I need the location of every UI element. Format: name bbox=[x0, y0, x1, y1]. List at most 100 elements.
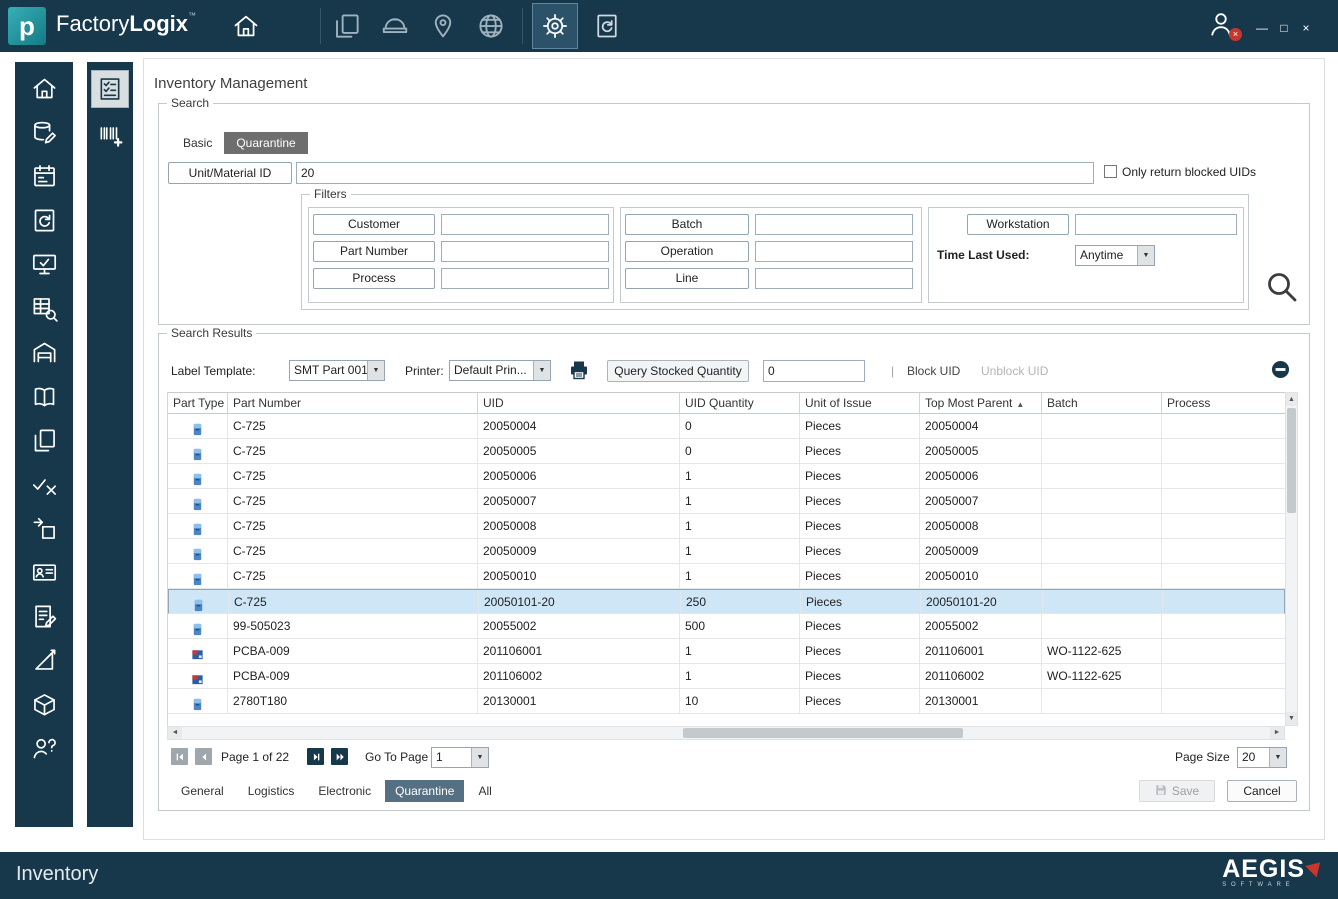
app-logo[interactable]: p bbox=[8, 7, 46, 45]
process-filter-input[interactable] bbox=[441, 268, 609, 289]
operation-filter-button[interactable]: Operation bbox=[625, 241, 749, 262]
table-row[interactable]: C-725200500071Pieces20050007 bbox=[168, 489, 1285, 514]
batch-filter-input[interactable] bbox=[755, 214, 913, 235]
line-filter-button[interactable]: Line bbox=[625, 268, 749, 289]
workstation-filter-input[interactable] bbox=[1075, 214, 1237, 235]
vertical-scroll-thumb[interactable] bbox=[1287, 408, 1296, 513]
sidebar-database-edit-icon[interactable] bbox=[31, 119, 58, 146]
block-icon[interactable] bbox=[1271, 360, 1290, 379]
close-button[interactable]: × bbox=[1298, 20, 1314, 36]
sidebar-plan-board-icon[interactable] bbox=[31, 163, 58, 190]
home-icon[interactable] bbox=[232, 12, 260, 40]
prev-page-button[interactable] bbox=[195, 748, 212, 765]
time-last-used-select[interactable]: Anytime▼ bbox=[1075, 245, 1155, 266]
table-row[interactable]: C-725200500081Pieces20050008 bbox=[168, 514, 1285, 539]
process-filter-button[interactable]: Process bbox=[313, 268, 435, 289]
tab-logistics[interactable]: Logistics bbox=[238, 780, 305, 802]
sidebar-warehouse-icon[interactable] bbox=[31, 339, 58, 366]
user-session-icon[interactable]: × bbox=[1206, 9, 1240, 43]
tab-general[interactable]: General bbox=[171, 780, 234, 802]
table-row[interactable]: PCBA-0092011060011Pieces201106001WO-1122… bbox=[168, 639, 1285, 664]
customer-filter-input[interactable] bbox=[441, 214, 609, 235]
sidebar-design-x-icon[interactable] bbox=[31, 647, 58, 674]
unit-material-id-input[interactable] bbox=[296, 162, 1094, 184]
vertical-scrollbar[interactable]: ▲ ▼ bbox=[1285, 392, 1298, 726]
goto-page-select[interactable]: 1▼ bbox=[431, 747, 489, 768]
table-row[interactable]: C-725200500061Pieces20050006 bbox=[168, 464, 1285, 489]
search-tab-basic[interactable]: Basic bbox=[171, 132, 224, 154]
table-row[interactable]: C-725200500050Pieces20050005 bbox=[168, 439, 1285, 464]
last-page-button[interactable] bbox=[331, 748, 348, 765]
scroll-left-arrow[interactable]: ◄ bbox=[168, 727, 182, 739]
tab-all[interactable]: All bbox=[468, 780, 501, 802]
history-doc-button[interactable] bbox=[584, 3, 630, 49]
search-icon[interactable] bbox=[1265, 270, 1299, 304]
printer-icon[interactable] bbox=[567, 358, 591, 382]
batch-filter-button[interactable]: Batch bbox=[625, 214, 749, 235]
save-button[interactable]: Save bbox=[1139, 780, 1215, 802]
sidebar-id-card-icon[interactable] bbox=[31, 559, 58, 586]
operation-filter-input[interactable] bbox=[755, 241, 913, 262]
scroll-up-arrow[interactable]: ▲ bbox=[1286, 393, 1297, 406]
scroll-right-arrow[interactable]: ► bbox=[1270, 727, 1284, 739]
sidebar-note-edit-icon[interactable] bbox=[31, 603, 58, 630]
rail-barcode-add-button[interactable] bbox=[91, 116, 129, 154]
label-template-select[interactable]: SMT Part 001▼ bbox=[289, 360, 385, 381]
tab-quarantine[interactable]: Quarantine bbox=[385, 780, 464, 802]
column-header-part-number[interactable]: Part Number bbox=[228, 393, 478, 414]
table-row[interactable]: C-72520050101-20250Pieces20050101-20 bbox=[168, 589, 1285, 614]
column-header-uid-quantity[interactable]: UID Quantity bbox=[680, 393, 800, 414]
column-header-process[interactable]: Process bbox=[1162, 393, 1286, 414]
sidebar-move-item-icon[interactable] bbox=[31, 515, 58, 542]
tab-electronic[interactable]: Electronic bbox=[308, 780, 381, 802]
first-page-button[interactable] bbox=[171, 748, 188, 765]
maximize-button[interactable]: □ bbox=[1276, 20, 1292, 36]
workstation-filter-button[interactable]: Workstation bbox=[967, 214, 1069, 235]
part-number-filter-button[interactable]: Part Number bbox=[313, 241, 435, 262]
sidebar-check-x-icon[interactable] bbox=[31, 471, 58, 498]
documents-icon[interactable] bbox=[332, 11, 362, 41]
minimize-button[interactable]: — bbox=[1254, 20, 1270, 36]
sidebar-monitor-check-icon[interactable] bbox=[31, 251, 58, 278]
column-header-top-most-parent[interactable]: Top Most Parent▲ bbox=[920, 393, 1042, 414]
sidebar-copy-pages-icon[interactable] bbox=[31, 427, 58, 454]
column-header-uid[interactable]: UID bbox=[478, 393, 680, 414]
sidebar-refresh-doc-icon[interactable] bbox=[31, 207, 58, 234]
sidebar-user-question-icon[interactable] bbox=[31, 735, 58, 762]
gear-button[interactable] bbox=[532, 3, 578, 49]
component-part-icon bbox=[168, 464, 228, 488]
printer-select[interactable]: Default Prin...▼ bbox=[449, 360, 551, 381]
search-tab-quarantine[interactable]: Quarantine bbox=[224, 132, 307, 154]
column-header-part-type[interactable]: Part Type bbox=[168, 393, 228, 414]
table-row[interactable]: C-725200500091Pieces20050009 bbox=[168, 539, 1285, 564]
helmet-icon[interactable] bbox=[380, 11, 410, 41]
scroll-down-arrow[interactable]: ▼ bbox=[1286, 712, 1297, 725]
block-uid-button[interactable]: Block UID bbox=[907, 364, 960, 378]
unit-material-id-button[interactable]: Unit/Material ID bbox=[168, 162, 292, 184]
only-blocked-checkbox[interactable] bbox=[1104, 165, 1117, 178]
table-row[interactable]: C-725200500101Pieces20050010 bbox=[168, 564, 1285, 589]
line-filter-input[interactable] bbox=[755, 268, 913, 289]
part-number-filter-input[interactable] bbox=[441, 241, 609, 262]
query-stocked-quantity-button[interactable]: Query Stocked Quantity bbox=[607, 360, 749, 382]
table-row[interactable]: C-725200500040Pieces20050004 bbox=[168, 414, 1285, 439]
horizontal-scroll-thumb[interactable] bbox=[683, 728, 963, 738]
table-row[interactable]: 2780T1802013000110Pieces20130001 bbox=[168, 689, 1285, 714]
cancel-button[interactable]: Cancel bbox=[1227, 780, 1297, 802]
stocked-quantity-input[interactable] bbox=[763, 360, 865, 382]
sidebar-package-icon[interactable] bbox=[31, 691, 58, 718]
globe-icon[interactable] bbox=[476, 11, 506, 41]
horizontal-scrollbar[interactable]: ◄ ► bbox=[167, 726, 1285, 740]
table-row[interactable]: PCBA-0092011060021Pieces201106002WO-1122… bbox=[168, 664, 1285, 689]
page-size-select[interactable]: 20▼ bbox=[1237, 747, 1287, 768]
rail-checklist-button[interactable] bbox=[91, 70, 129, 108]
sidebar-table-search-icon[interactable] bbox=[31, 295, 58, 322]
sidebar-home-icon[interactable] bbox=[31, 75, 58, 102]
location-pin-icon[interactable] bbox=[428, 11, 458, 41]
next-page-button[interactable] bbox=[307, 748, 324, 765]
customer-filter-button[interactable]: Customer bbox=[313, 214, 435, 235]
column-header-batch[interactable]: Batch bbox=[1042, 393, 1162, 414]
column-header-unit-of-issue[interactable]: Unit of Issue bbox=[800, 393, 920, 414]
table-row[interactable]: 99-50502320055002500Pieces20055002 bbox=[168, 614, 1285, 639]
sidebar-book-icon[interactable] bbox=[31, 383, 58, 410]
